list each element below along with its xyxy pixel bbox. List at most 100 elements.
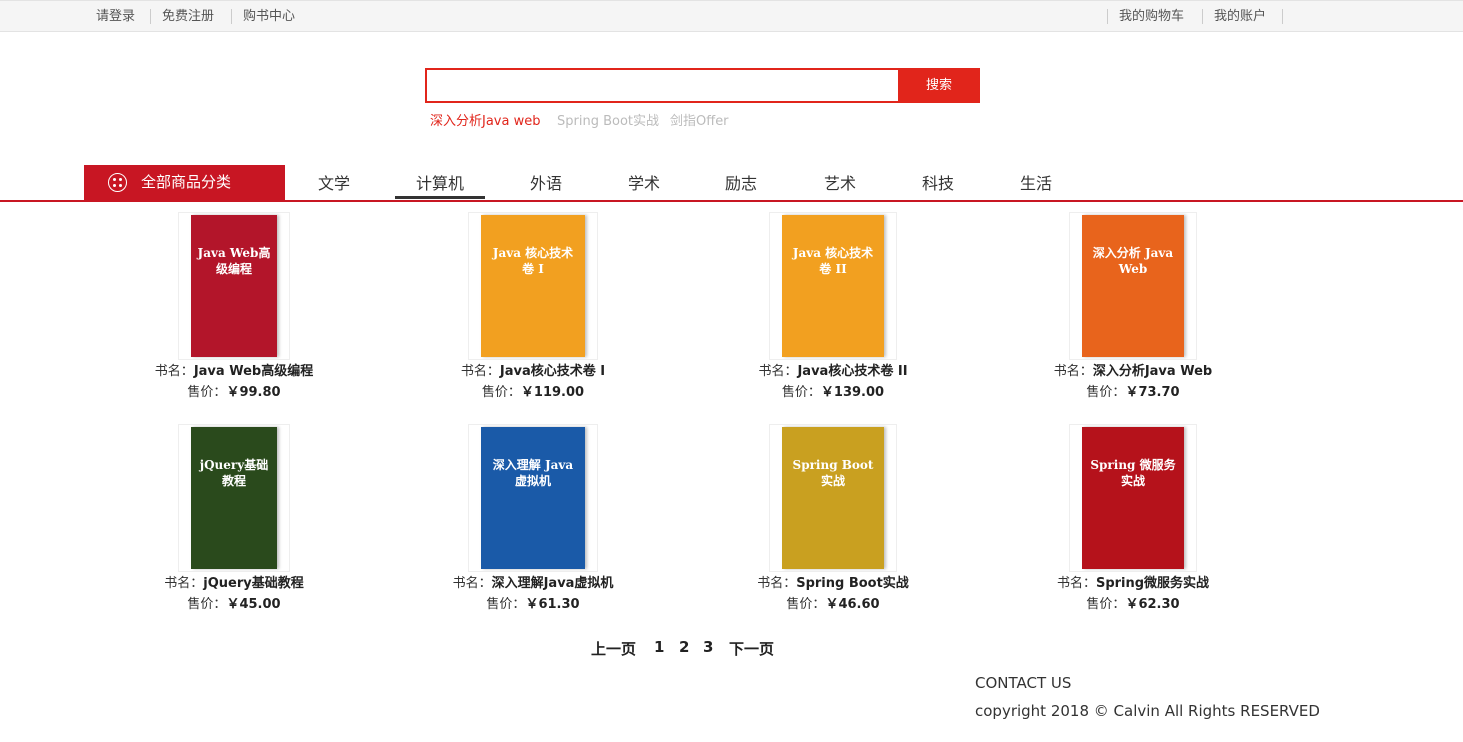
book-info: 书名：深入分析Java Web 售价：￥73.70 <box>983 361 1283 403</box>
search-button[interactable]: 搜索 <box>898 68 980 103</box>
book-name-line[interactable]: 书名：深入理解Java虚拟机 <box>383 573 683 594</box>
book-cover-title: Java 核心技术 卷 II <box>792 246 874 276</box>
book-price: ￥119.00 <box>520 385 585 400</box>
book-cover-image[interactable]: Java 核心技术 卷 II <box>769 212 897 360</box>
cart-link[interactable]: 我的购物车 <box>1119 9 1184 25</box>
book-name-line[interactable]: 书名：Java Web高级编程 <box>84 361 384 382</box>
divider <box>1107 9 1108 24</box>
book-cover-art: jQuery基础教程 <box>191 427 277 569</box>
book-info: 书名：Spring微服务实战 售价：￥62.30 <box>983 573 1283 615</box>
book-info: 书名：jQuery基础教程 售价：￥45.00 <box>84 573 384 615</box>
book-center-link[interactable]: 购书中心 <box>243 9 295 25</box>
account-link[interactable]: 我的账户 <box>1214 9 1266 25</box>
book-price-line: 售价：￥119.00 <box>383 382 683 403</box>
book-name-label: 书名： <box>1056 576 1096 591</box>
book-name[interactable]: 深入分析Java Web <box>1093 364 1212 379</box>
book-name[interactable]: Java核心技术卷 II <box>797 364 907 379</box>
active-tab-indicator <box>395 196 485 199</box>
login-link[interactable]: 请登录 <box>96 9 135 25</box>
book-info: 书名：Java核心技术卷 II 售价：￥139.00 <box>683 361 983 403</box>
book-cover-art: 深入分析 Java Web <box>1082 215 1184 357</box>
page-link-2[interactable]: 2 <box>679 638 689 656</box>
book-name-line[interactable]: 书名：深入分析Java Web <box>983 361 1283 382</box>
all-categories-button[interactable]: 全部商品分类 <box>84 165 285 200</box>
book-cover-image[interactable]: jQuery基础教程 <box>178 424 290 572</box>
book-price: ￥62.30 <box>1125 597 1180 612</box>
book-price-label: 售价： <box>1086 385 1126 400</box>
book-name-label: 书名： <box>758 364 798 379</box>
divider <box>1282 9 1283 24</box>
book-name-line[interactable]: 书名：jQuery基础教程 <box>84 573 384 594</box>
nav-item-art[interactable]: 艺术 <box>824 170 856 194</box>
all-categories-label: 全部商品分类 <box>141 173 232 191</box>
book-cover-image[interactable]: Spring 微服务实战 <box>1069 424 1197 572</box>
book-name[interactable]: Spring微服务实战 <box>1096 576 1209 591</box>
book-name[interactable]: Java核心技术卷 I <box>500 364 605 379</box>
book-cover-title: jQuery基础教程 <box>199 458 269 488</box>
book-name-label: 书名： <box>452 576 492 591</box>
nav-item-computer[interactable]: 计算机 <box>416 170 464 194</box>
book-price-label: 售价： <box>1086 597 1126 612</box>
nav-item-literature[interactable]: 文学 <box>318 170 350 194</box>
book-cover-image[interactable]: Java 核心技术 卷 I <box>468 212 598 360</box>
register-link[interactable]: 免费注册 <box>162 9 214 25</box>
nav-item-life[interactable]: 生活 <box>1020 170 1052 194</box>
nav-item-inspirational[interactable]: 励志 <box>725 170 757 194</box>
book-cover-image[interactable]: 深入理解 Java 虚拟机 <box>468 424 598 572</box>
book-info: 书名：Spring Boot实战 售价：￥46.60 <box>683 573 983 615</box>
nav-divider-line <box>0 200 1463 202</box>
book-price-line: 售价：￥73.70 <box>983 382 1283 403</box>
book-cover-image[interactable]: 深入分析 Java Web <box>1069 212 1197 360</box>
book-price-line: 售价：￥45.00 <box>84 594 384 615</box>
book-cover-art: Spring 微服务实战 <box>1082 427 1184 569</box>
book-cover-title: Spring Boot 实战 <box>792 458 874 488</box>
book-price-label: 售价： <box>187 597 227 612</box>
book-price: ￥46.60 <box>825 597 880 612</box>
book-price-line: 售价：￥99.80 <box>84 382 384 403</box>
book-cover-title: 深入理解 Java 虚拟机 <box>492 458 574 488</box>
book-cover-art: Java 核心技术 卷 I <box>481 215 585 357</box>
nav-item-academic[interactable]: 学术 <box>628 170 660 194</box>
contact-us[interactable]: CONTACT US <box>975 674 1071 692</box>
book-info: 书名：Java Web高级编程 售价：￥99.80 <box>84 361 384 403</box>
book-price-line: 售价：￥62.30 <box>983 594 1283 615</box>
book-price-line: 售价：￥139.00 <box>683 382 983 403</box>
grid-icon <box>108 173 127 192</box>
book-name-label: 书名： <box>757 576 797 591</box>
book-name[interactable]: jQuery基础教程 <box>203 576 303 591</box>
divider <box>1202 9 1203 24</box>
book-name-line[interactable]: 书名：Java核心技术卷 II <box>683 361 983 382</box>
book-price: ￥99.80 <box>226 385 281 400</box>
book-cover-image[interactable]: Spring Boot 实战 <box>769 424 897 572</box>
book-name[interactable]: Spring Boot实战 <box>796 576 909 591</box>
book-name-line[interactable]: 书名：Spring微服务实战 <box>983 573 1283 594</box>
nav-item-technology[interactable]: 科技 <box>922 170 954 194</box>
book-price-label: 售价： <box>786 597 826 612</box>
book-name-label: 书名： <box>164 576 204 591</box>
book-cover-image[interactable]: Java Web高级编程 <box>178 212 290 360</box>
book-name-line[interactable]: 书名：Spring Boot实战 <box>683 573 983 594</box>
nav-item-language[interactable]: 外语 <box>530 170 562 194</box>
book-price-label: 售价： <box>187 385 227 400</box>
book-name-label: 书名： <box>1053 364 1093 379</box>
book-cover-art: Spring Boot 实战 <box>782 427 884 569</box>
book-price-label: 售价： <box>481 385 521 400</box>
search-input[interactable] <box>427 70 898 101</box>
book-price: ￥139.00 <box>820 385 885 400</box>
next-page-link[interactable]: 下一页 <box>729 638 774 659</box>
book-cover-title: Java 核心技术 卷 I <box>492 246 574 276</box>
hot-search-link[interactable]: Spring Boot实战 <box>557 110 659 129</box>
book-name[interactable]: 深入理解Java虚拟机 <box>492 576 614 591</box>
hot-search-link[interactable]: 剑指Offer <box>670 110 729 129</box>
prev-page-link[interactable]: 上一页 <box>591 638 636 659</box>
book-price: ￥45.00 <box>226 597 281 612</box>
page-link-1[interactable]: 1 <box>654 638 664 656</box>
book-name-line[interactable]: 书名：Java核心技术卷 I <box>383 361 683 382</box>
hot-search-link[interactable]: 深入分析Java web <box>430 110 540 129</box>
book-cover-title: 深入分析 Java Web <box>1092 246 1174 276</box>
book-price-line: 售价：￥46.60 <box>683 594 983 615</box>
book-price-line: 售价：￥61.30 <box>383 594 683 615</box>
page-link-3[interactable]: 3 <box>703 638 713 656</box>
book-name[interactable]: Java Web高级编程 <box>194 364 313 379</box>
book-info: 书名：Java核心技术卷 I 售价：￥119.00 <box>383 361 683 403</box>
